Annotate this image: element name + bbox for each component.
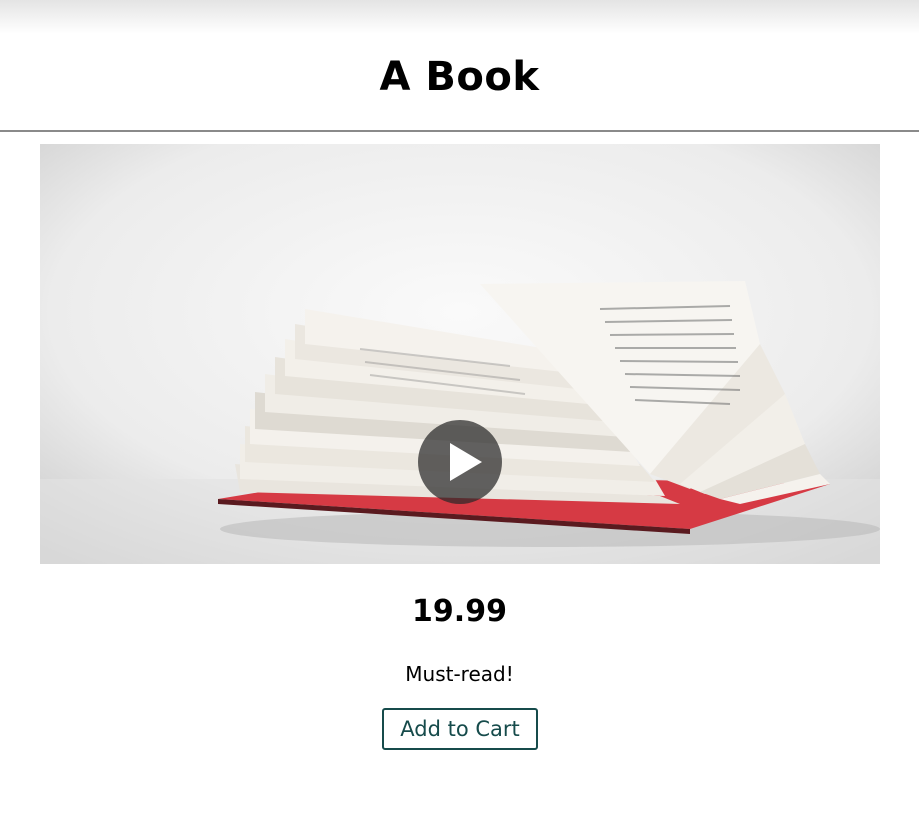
- play-icon: [450, 443, 482, 481]
- page-title: A Book: [379, 54, 540, 100]
- add-to-cart-button[interactable]: Add to Cart: [382, 708, 538, 750]
- product-description: Must-read!: [405, 662, 514, 686]
- top-browser-bar: [0, 0, 919, 34]
- play-button[interactable]: [418, 420, 502, 504]
- product-video[interactable]: [40, 144, 880, 564]
- page-header: A Book: [0, 34, 919, 132]
- product-price: 19.99: [412, 594, 507, 629]
